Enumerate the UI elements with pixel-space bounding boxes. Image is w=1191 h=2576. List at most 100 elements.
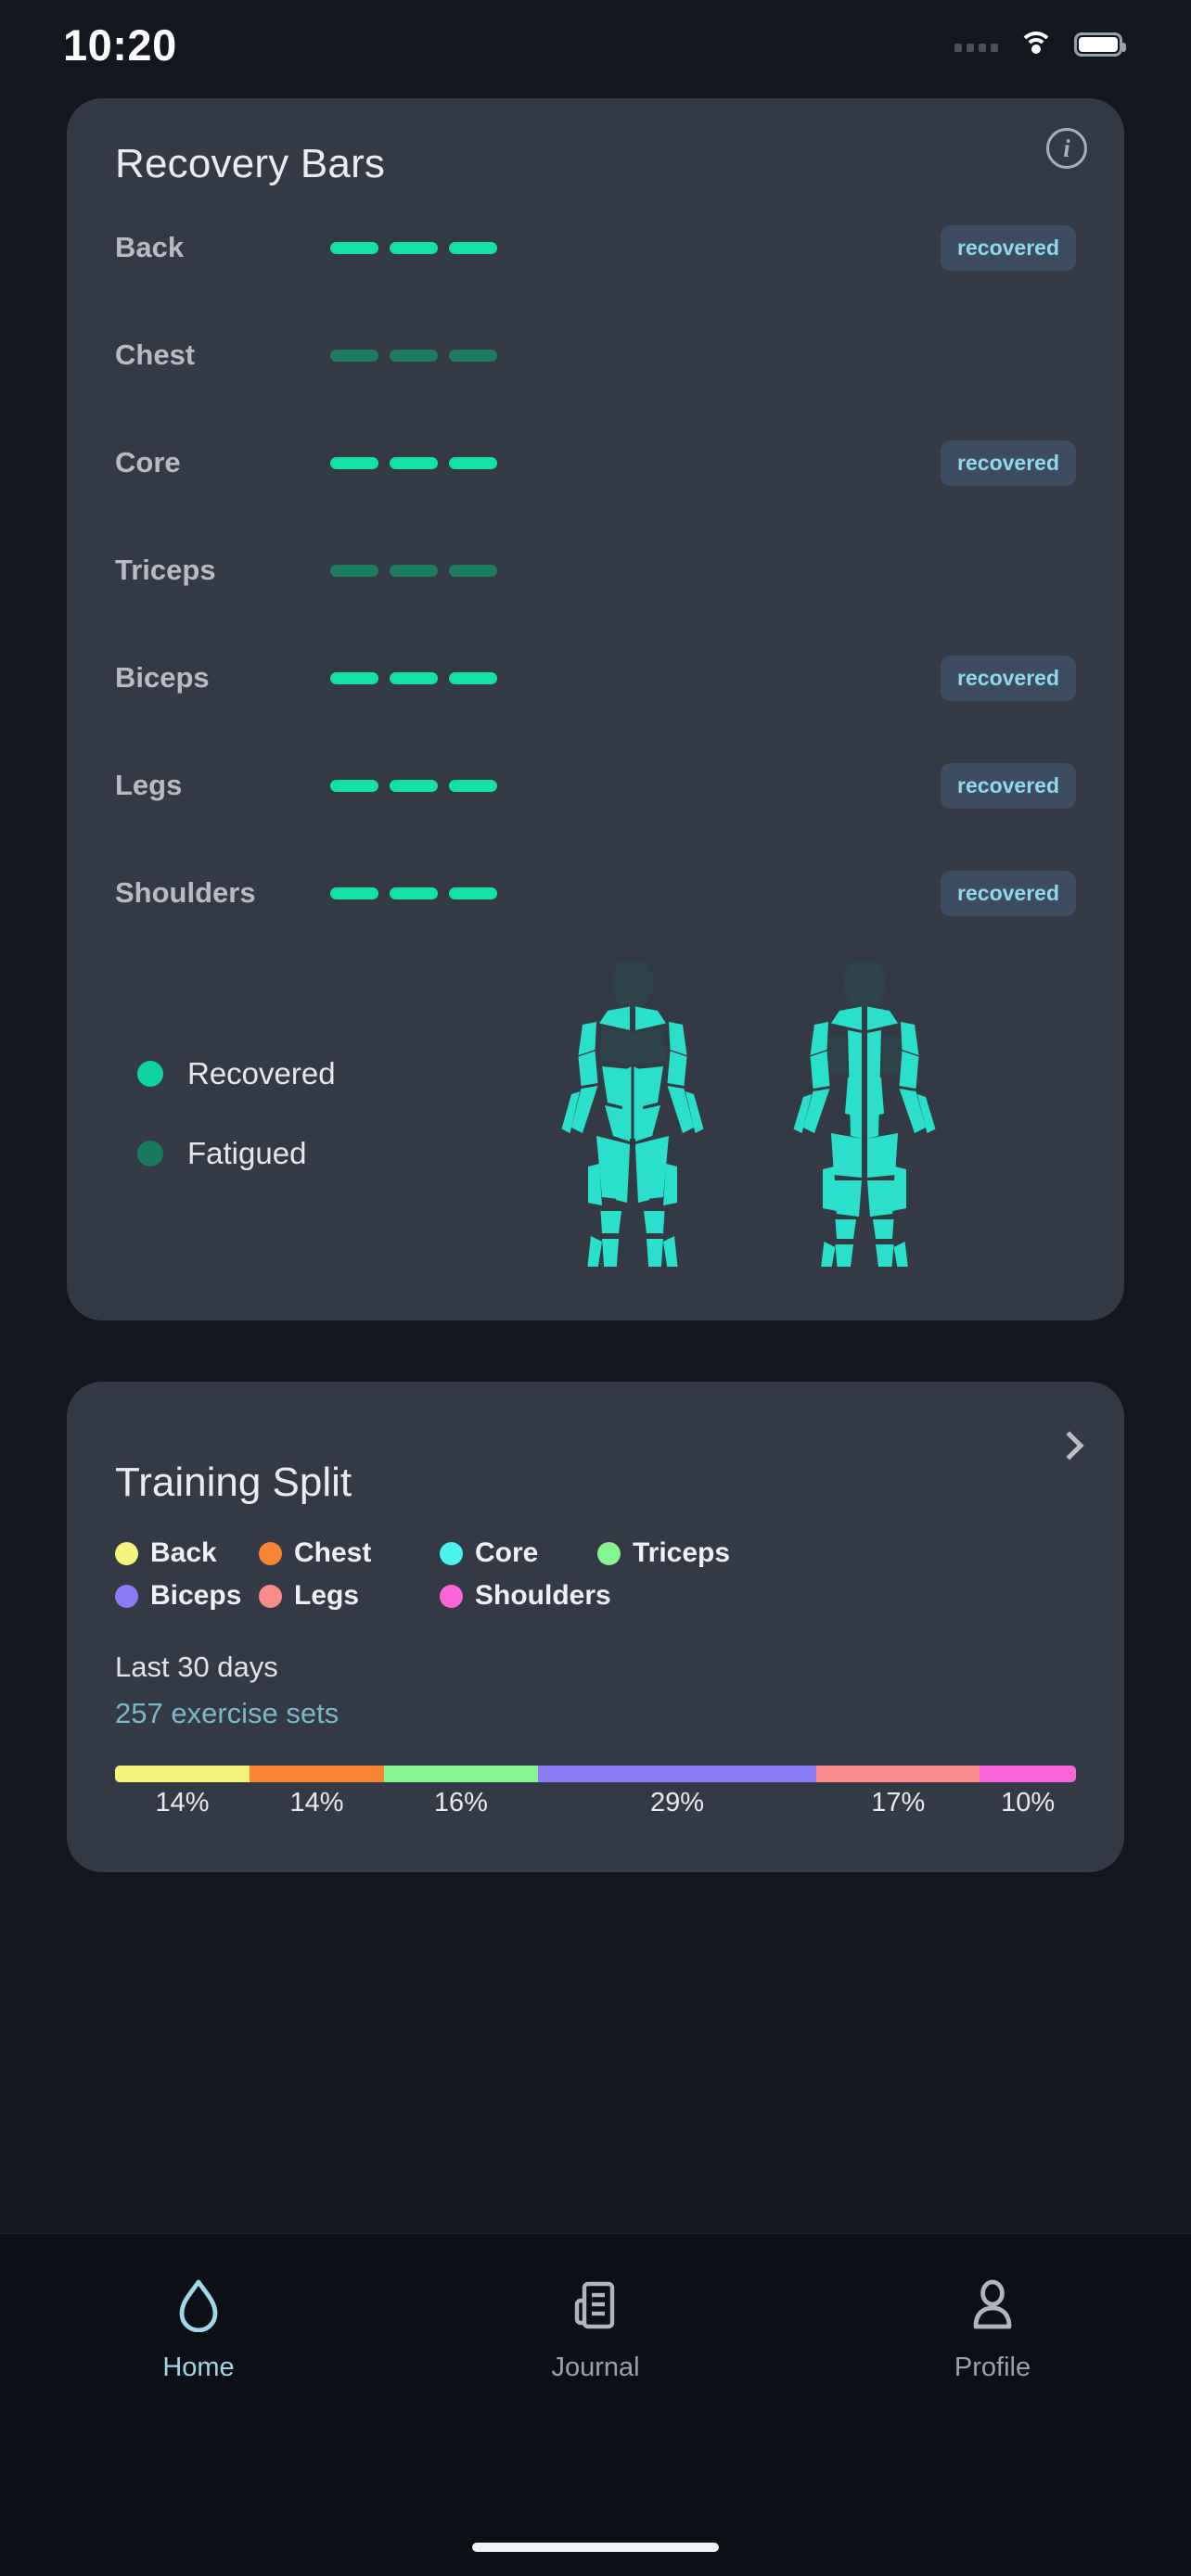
split-legend-label: Chest <box>294 1537 372 1568</box>
recovery-bar-segment <box>390 349 438 362</box>
split-legend-dot-icon <box>115 1541 138 1565</box>
recovery-bar-group <box>330 886 497 899</box>
training-split-card[interactable]: Training Split Back Chest Core Triceps Bicep… <box>67 1382 1124 1872</box>
recovery-bar-segment <box>390 456 438 469</box>
period-label: Last 30 days <box>115 1651 278 1683</box>
split-legend-item: Shoulders <box>440 1580 611 1612</box>
muscle-row[interactable]: Legs recovered <box>67 759 1124 812</box>
nav-item-journal[interactable]: Journal <box>397 2278 794 2383</box>
training-split-title: Training Split <box>115 1460 352 1505</box>
muscle-row[interactable]: Core recovered <box>67 436 1124 490</box>
split-legend-item: Triceps <box>597 1537 730 1569</box>
status-badge: recovered <box>941 870 1076 916</box>
split-legend-label: Core <box>475 1537 539 1568</box>
status-bar: 10:20 <box>0 0 1191 89</box>
status-badge: recovered <box>941 655 1076 701</box>
split-legend-label: Legs <box>294 1580 360 1611</box>
recovery-bar-segment <box>449 349 497 362</box>
info-circle-icon[interactable]: i <box>1046 128 1087 169</box>
stack-segment-back[interactable] <box>115 1766 250 1782</box>
recovery-bar-group <box>330 349 497 362</box>
legend-label: Recovered <box>187 1056 336 1090</box>
training-split-legend: Back Chest Core Triceps Biceps Legs Shoulders <box>115 1537 1076 1612</box>
stack-segment-legs[interactable] <box>816 1766 980 1782</box>
signal-dots-icon <box>954 37 998 52</box>
journal-icon <box>574 2281 615 2329</box>
training-split-stacked-bar[interactable] <box>115 1766 1076 1782</box>
recovery-bar-segment <box>390 886 438 899</box>
split-legend-row: Biceps Legs Shoulders <box>115 1580 1076 1612</box>
split-legend-label: Back <box>150 1537 217 1568</box>
recovery-bar-segment <box>330 886 378 899</box>
stack-percent-shoulders: 10% <box>1001 1788 1056 1817</box>
muscle-name: Back <box>115 231 185 263</box>
recovery-bar-segment <box>390 564 438 577</box>
muscle-name: Shoulders <box>115 876 256 909</box>
split-legend-item: Core <box>440 1537 597 1569</box>
recovery-bar-segment <box>390 241 438 254</box>
legend-item: Fatigued <box>137 1136 421 1171</box>
muscle-row[interactable]: Triceps <box>67 543 1124 597</box>
muscle-name: Legs <box>115 769 183 801</box>
body-figures <box>421 961 1076 1267</box>
body-figure-anterior[interactable] <box>535 961 730 1267</box>
home-icon <box>179 2279 218 2332</box>
split-legend-item: Legs <box>259 1580 440 1612</box>
split-legend-label: Shoulders <box>475 1580 611 1611</box>
status-bar-indicators <box>954 32 1126 57</box>
muscle-row[interactable]: Shoulders recovered <box>67 866 1124 920</box>
stack-percent-back: 14% <box>155 1788 210 1817</box>
battery-full-icon <box>1074 32 1126 57</box>
recovery-bar-group <box>330 456 497 469</box>
recovery-bar-segment <box>390 671 438 684</box>
recovery-bar-group <box>330 779 497 792</box>
split-legend-label: Triceps <box>633 1537 731 1568</box>
legend-item: Recovered <box>137 1056 421 1091</box>
nav-item-profile[interactable]: Profile <box>794 2278 1191 2383</box>
recovery-bar-segment <box>449 456 497 469</box>
muscle-row[interactable]: Chest <box>67 328 1124 382</box>
muscle-name: Chest <box>115 338 196 371</box>
stack-percent-triceps: 16% <box>433 1788 488 1817</box>
wifi-icon <box>1018 32 1054 57</box>
split-legend-dot-icon <box>440 1541 463 1565</box>
recovery-bar-group <box>330 671 497 684</box>
training-split-percent-labels: 14% 14% 16% 29% 17% 10% <box>115 1788 1076 1818</box>
muscle-name: Core <box>115 446 181 478</box>
nav-label-profile: Profile <box>954 2353 1031 2382</box>
nav-item-home[interactable]: Home <box>0 2278 397 2383</box>
nav-label-journal: Journal <box>551 2353 640 2382</box>
recovery-bar-segment <box>330 241 378 254</box>
recovery-bar-segment <box>330 564 378 577</box>
chevron-right-icon[interactable] <box>1055 1431 1084 1460</box>
status-badge: recovered <box>941 762 1076 809</box>
status-badge: recovered <box>941 224 1076 271</box>
nav-label-home: Home <box>162 2353 235 2382</box>
recovery-bar-segment <box>449 886 497 899</box>
recovery-bar-group <box>330 241 497 254</box>
stack-percent-biceps: 29% <box>650 1788 705 1817</box>
split-legend-dot-icon <box>259 1584 282 1608</box>
recovery-bar-segment <box>449 671 497 684</box>
stack-percent-legs: 17% <box>871 1788 926 1817</box>
profile-icon <box>973 2279 1012 2329</box>
split-legend-item: Back <box>115 1537 259 1569</box>
recovery-bars-card: i Recovery Bars Back recovered Chest Core re… <box>67 98 1124 1320</box>
training-split-meta: Last 30 days 257 exercise sets <box>115 1651 1076 1730</box>
muscle-row[interactable]: Back recovered <box>67 221 1124 274</box>
stack-segment-triceps[interactable] <box>384 1766 538 1782</box>
recovery-bar-segment <box>449 241 497 254</box>
recovery-bar-segment <box>330 456 378 469</box>
recovery-bar-segment <box>449 564 497 577</box>
bottom-navigation-bar: Home Journal Profile <box>0 2233 1191 2576</box>
status-badge: recovered <box>941 440 1076 486</box>
muscle-name: Biceps <box>115 661 210 694</box>
recovery-bar-segment <box>330 349 378 362</box>
split-legend-item: Biceps <box>115 1580 259 1612</box>
stack-segment-biceps[interactable] <box>537 1766 817 1782</box>
stack-segment-chest[interactable] <box>250 1766 385 1782</box>
stack-segment-shoulders[interactable] <box>980 1766 1076 1782</box>
body-figure-posterior[interactable] <box>767 961 962 1267</box>
muscle-name: Triceps <box>115 554 216 586</box>
muscle-row[interactable]: Biceps recovered <box>67 651 1124 705</box>
